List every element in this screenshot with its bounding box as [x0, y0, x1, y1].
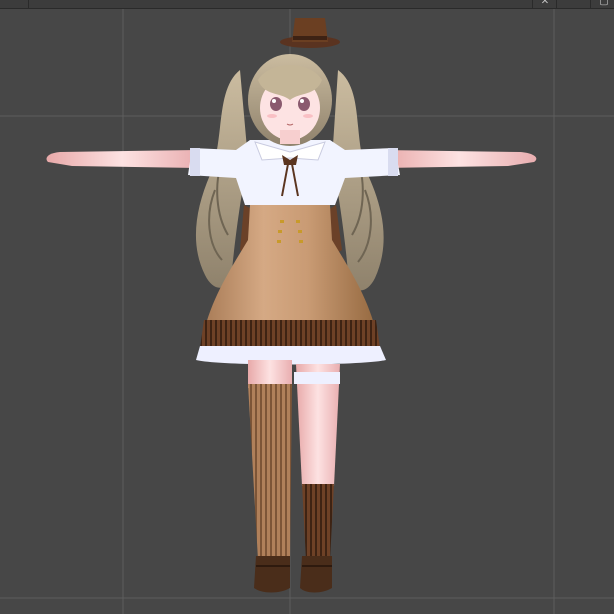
eye-right	[298, 97, 310, 111]
leg-left	[248, 360, 292, 560]
shoe-left	[254, 556, 290, 593]
eye-left	[270, 97, 282, 111]
leg-right	[294, 364, 340, 560]
hat-icon	[280, 18, 340, 48]
character-model[interactable]	[0, 0, 614, 614]
shoe-right	[300, 556, 332, 593]
arm-right	[382, 150, 537, 168]
garter	[294, 372, 340, 384]
dress-hem-stripes	[200, 320, 380, 348]
scene-viewport[interactable]: ✕ ▢	[0, 0, 614, 614]
head	[248, 54, 332, 146]
arm-left	[46, 150, 198, 168]
